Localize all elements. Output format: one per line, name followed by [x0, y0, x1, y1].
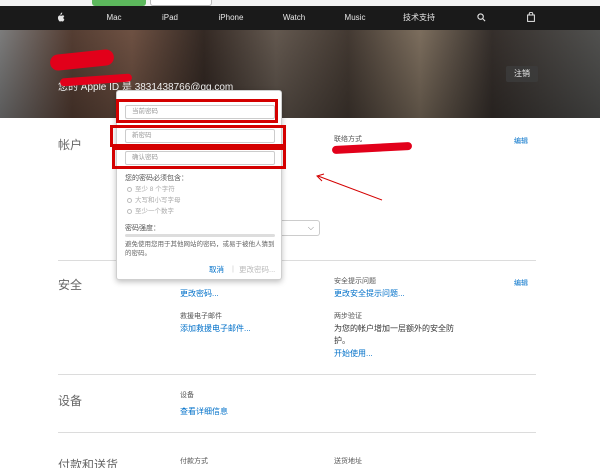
password-hint: 避免使用您用于其他网站的密码，或易于被他人猜到的密码。	[125, 241, 275, 257]
account-edit-link[interactable]: 编辑	[514, 136, 528, 146]
password-strength-bar	[125, 234, 275, 237]
change-security-question-link[interactable]: 更改安全提示问题...	[334, 288, 405, 299]
password-rule-text: 至少 8 个字符	[135, 186, 175, 193]
annotation-box-confirm-password	[112, 147, 286, 169]
unchecked-circle-icon	[127, 197, 132, 203]
section-divider	[58, 432, 536, 433]
get-started-link[interactable]: 开始使用...	[334, 348, 373, 359]
rescue-email-label: 救援电子邮件	[180, 313, 222, 320]
nav-iphone[interactable]: iPhone	[216, 6, 246, 30]
nav-music[interactable]: Music	[342, 6, 368, 30]
country-select[interactable]: ⌵	[280, 220, 320, 236]
apple-logo-icon[interactable]	[52, 6, 68, 30]
password-rule-text: 至少一个数字	[135, 208, 174, 215]
password-rule: 至少 8 个字符	[127, 183, 175, 193]
payment-method-label: 付款方式	[180, 458, 208, 465]
search-icon[interactable]	[474, 6, 488, 30]
change-password-button[interactable]: 更改密码...	[239, 264, 275, 275]
security-edit-link[interactable]: 编辑	[514, 278, 528, 288]
button-separator: |	[232, 264, 234, 273]
nav-watch[interactable]: Watch	[280, 6, 308, 30]
password-strength-label: 密码强度：	[125, 225, 160, 232]
two-step-desc-line1: 为您的帐户增加一层额外的安全防	[334, 324, 454, 333]
devices-label: 设备	[180, 392, 194, 399]
profile-banner: 您的 Apple ID 是 3831438766@qq.com 注销	[0, 30, 600, 118]
security-question-label: 安全提示问题	[334, 278, 376, 285]
shopping-bag-icon[interactable]	[524, 6, 538, 30]
section-title-payment: 付款和送货	[58, 458, 119, 468]
two-step-desc-line2: 护。	[334, 336, 350, 345]
shipping-address-label: 送货地址	[334, 458, 362, 465]
annotation-arrow-icon	[316, 173, 383, 201]
password-rules-title: 您的密码必须包含：	[125, 175, 188, 182]
nav-support[interactable]: 技术支持	[402, 6, 436, 30]
chevron-down-icon: ⌵	[307, 223, 314, 232]
unchecked-circle-icon	[127, 186, 132, 192]
cancel-button[interactable]: 取消	[209, 264, 224, 275]
change-password-link[interactable]: 更改密码...	[180, 288, 219, 299]
password-rule-text: 大写和小写字母	[135, 197, 181, 204]
section-divider	[58, 374, 536, 375]
view-device-details-link[interactable]: 查看详细信息	[180, 406, 228, 417]
section-title-devices: 设备	[58, 394, 83, 408]
logout-button[interactable]: 注销	[506, 66, 538, 82]
password-rule: 大写和小写字母	[127, 194, 181, 204]
global-nav: Mac iPad iPhone Watch Music 技术支持	[0, 6, 600, 30]
annotation-box-new-password	[110, 125, 286, 147]
contact-label: 联络方式	[334, 136, 362, 143]
nav-ipad[interactable]: iPad	[158, 6, 182, 30]
section-title-security: 安全	[58, 278, 83, 292]
unchecked-circle-icon	[127, 208, 132, 214]
password-rule: 至少一个数字	[127, 205, 174, 215]
nav-mac[interactable]: Mac	[102, 6, 126, 30]
add-rescue-email-link[interactable]: 添加救援电子邮件...	[180, 323, 251, 334]
section-title-account: 帐户	[58, 138, 83, 152]
two-step-label: 两步验证	[334, 313, 362, 320]
annotation-box-current-password	[116, 99, 278, 123]
